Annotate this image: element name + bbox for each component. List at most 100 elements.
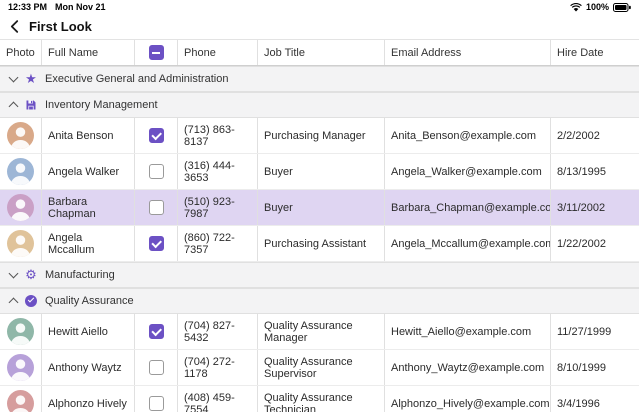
cell-job-title: Quality Assurance Manager (258, 314, 385, 349)
header-cell-phone[interactable]: Phone (178, 40, 258, 65)
row-checkbox[interactable] (149, 324, 164, 339)
status-right: 100% (570, 2, 631, 12)
row-checkbox[interactable] (149, 164, 164, 179)
full-name-text: Barbara Chapman (48, 196, 128, 220)
grid-header: Photo Full Name Phone Job Title Email Addres… (0, 40, 639, 66)
cell-select (135, 350, 178, 385)
page-title: First Look (29, 19, 92, 34)
cell-full-name: Anthony Waytz (42, 350, 135, 385)
gear-icon: ⚙ (24, 268, 38, 282)
cell-full-name: Alphonzo Hively (42, 386, 135, 412)
phone-text: (704) 827-5432 (184, 320, 251, 344)
phone-text: (408) 459-7554 (184, 392, 251, 412)
table-row[interactable]: Barbara Chapman (510) 923-7987 Buyer Barbar… (0, 190, 639, 226)
group-label: Executive General and Administration (45, 73, 228, 85)
cell-select (135, 226, 178, 261)
battery-icon (613, 3, 631, 12)
group-row[interactable]: ⚙ Manufacturing (0, 262, 639, 288)
email-text: Angela_Mccallum@example.com (391, 238, 551, 250)
select-all-checkbox[interactable] (149, 45, 164, 60)
row-checkbox[interactable] (149, 236, 164, 251)
cell-photo (0, 314, 42, 349)
back-button[interactable] (10, 19, 19, 34)
cell-phone: (408) 459-7554 (178, 386, 258, 412)
job-title-text: Purchasing Manager (264, 130, 366, 142)
cell-photo (0, 226, 42, 261)
header-label: Photo (6, 47, 35, 59)
cell-email: Anita_Benson@example.com (385, 118, 551, 153)
job-title-text: Quality Assurance Manager (264, 320, 378, 344)
group-label: Manufacturing (45, 269, 115, 281)
email-text: Alphonzo_Hively@example.com (391, 398, 550, 410)
cell-email: Barbara_Chapman@example.com (385, 190, 551, 225)
email-text: Angela_Walker@example.com (391, 166, 542, 178)
table-row[interactable]: Anita Benson (713) 863-8137 Purchasing Man… (0, 118, 639, 154)
cell-job-title: Buyer (258, 154, 385, 189)
cell-select (135, 190, 178, 225)
header-label: Full Name (48, 47, 98, 59)
wifi-icon (570, 3, 582, 12)
chevron-down-icon (9, 73, 19, 83)
app-screen: 12:33 PM Mon Nov 21 100% (0, 0, 639, 412)
group-row[interactable]: Quality Assurance (0, 288, 639, 314)
hire-date-text: 8/10/1999 (557, 362, 606, 374)
group-label: Quality Assurance (45, 295, 134, 307)
cell-hire-date: 11/27/1999 (551, 314, 639, 349)
phone-text: (860) 722-7357 (184, 232, 251, 256)
header-cell-select[interactable] (135, 40, 178, 65)
cell-phone: (510) 923-7987 (178, 190, 258, 225)
email-text: Anthony_Waytz@example.com (391, 362, 544, 374)
table-row[interactable]: Angela Walker (316) 444-3653 Buyer Angela_W… (0, 154, 639, 190)
phone-text: (704) 272-1178 (184, 356, 251, 380)
email-text: Anita_Benson@example.com (391, 130, 536, 142)
header-label: Email Address (391, 47, 461, 59)
table-row[interactable]: Angela Mccallum(860) 722-7357Purchasing … (0, 226, 639, 262)
chevron-up-icon (9, 102, 19, 112)
check-circle-icon (24, 294, 38, 308)
header-label: Phone (184, 47, 216, 59)
avatar (7, 318, 34, 345)
phone-text: (713) 863-8137 (184, 124, 251, 148)
header-cell-hire_date[interactable]: Hire Date (551, 40, 639, 65)
table-row[interactable]: Alphonzo Hively (408) 459-7554 Quality Ass… (0, 386, 639, 412)
avatar (7, 390, 34, 412)
header-cell-full_name[interactable]: Full Name (42, 40, 135, 65)
row-checkbox[interactable] (149, 360, 164, 375)
cell-phone: (713) 863-8137 (178, 118, 258, 153)
full-name-text: Hewitt Aiello (48, 326, 108, 338)
full-name-text: Alphonzo Hively (48, 398, 127, 410)
full-name-text: Angela Mccallum (48, 232, 128, 256)
cell-hire-date: 2/2/2002 (551, 118, 639, 153)
header-cell-job_title[interactable]: Job Title (258, 40, 385, 65)
phone-text: (316) 444-3653 (184, 160, 251, 184)
group-row[interactable]: Inventory Management (0, 92, 639, 118)
full-name-text: Angela Walker (48, 166, 119, 178)
group-row[interactable]: ★Executive General and Administration (0, 66, 639, 92)
avatar (7, 122, 34, 149)
job-title-text: Buyer (264, 202, 293, 214)
avatar (7, 354, 34, 381)
inventory-icon (24, 98, 38, 112)
chevron-down-icon (9, 269, 19, 279)
header-cell-photo[interactable]: Photo (0, 40, 42, 65)
cell-hire-date: 3/4/1996 (551, 386, 639, 412)
group-label: Inventory Management (45, 99, 158, 111)
table-row[interactable]: Hewitt Aiello (704) 827-5432 Quality Assur… (0, 314, 639, 350)
header-cell-email[interactable]: Email Address (385, 40, 551, 65)
full-name-text: Anita Benson (48, 130, 113, 142)
job-title-text: Quality Assurance Technician (264, 392, 378, 412)
table-row[interactable]: Anthony Waytz(704) 272-1178Quality Assur… (0, 350, 639, 386)
cell-photo (0, 190, 42, 225)
row-checkbox[interactable] (149, 396, 164, 411)
cell-job-title: Quality Assurance Technician (258, 386, 385, 412)
row-checkbox[interactable] (149, 200, 164, 215)
battery-percent: 100% (586, 2, 609, 12)
row-checkbox[interactable] (149, 128, 164, 143)
email-text: Barbara_Chapman@example.com (391, 202, 551, 214)
header-label: Hire Date (557, 47, 603, 59)
cell-phone: (860) 722-7357 (178, 226, 258, 261)
hire-date-text: 1/22/2002 (557, 238, 606, 250)
status-bar: 12:33 PM Mon Nov 21 100% (0, 0, 639, 14)
phone-text: (510) 923-7987 (184, 196, 251, 220)
cell-full-name: Hewitt Aiello (42, 314, 135, 349)
